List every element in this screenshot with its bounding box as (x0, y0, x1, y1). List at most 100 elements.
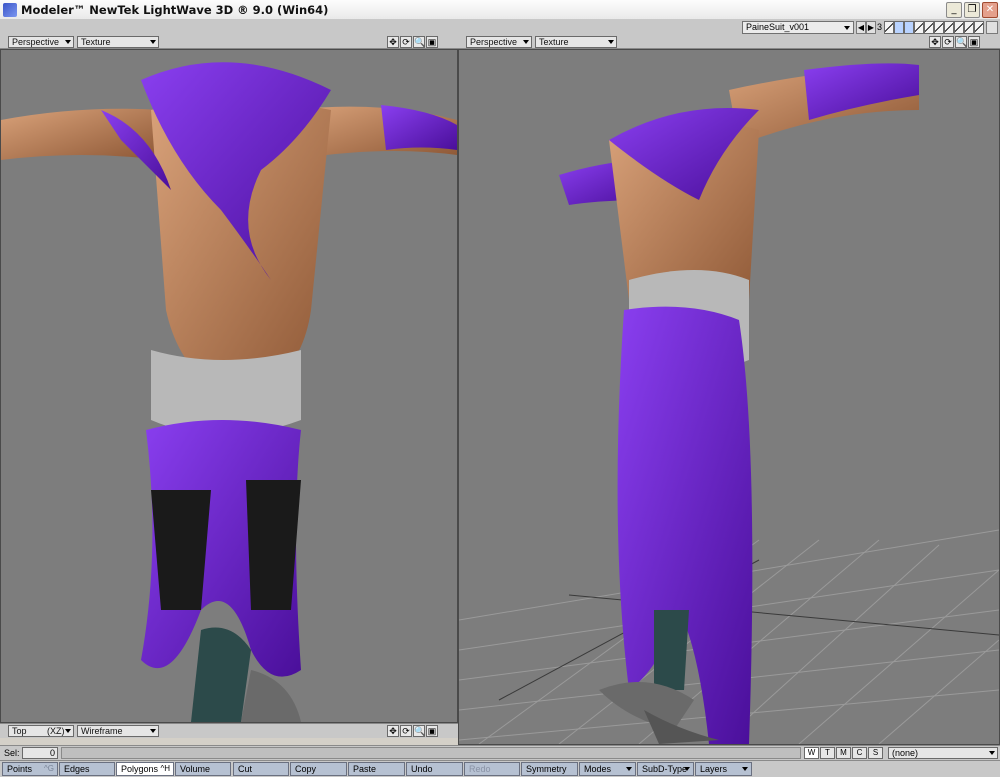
view-type-label: Perspective (12, 37, 60, 47)
viewport-left-header: Perspective Texture ✥ ⟳ 🔍 ▣ (0, 35, 458, 49)
subd-type-menu-button[interactable]: SubD-Type (637, 762, 694, 776)
shortcut-label: ^H (160, 764, 170, 773)
mode-label: Paste (353, 764, 377, 774)
title-bar: Modeler™ NewTek LightWave 3D ® 9.0 (Win6… (0, 0, 1000, 20)
mode-label: Symmetry (526, 764, 567, 774)
window-controls: _ ❐ ✕ (946, 2, 998, 18)
copy-button[interactable]: Copy (290, 762, 347, 776)
polygons-mode-button[interactable]: Polygons ^H (116, 762, 174, 776)
layer-buttons (884, 21, 984, 34)
mode-label: Layers (700, 764, 728, 774)
layers-menu-button[interactable]: Layers (695, 762, 752, 776)
restore-button[interactable]: ❐ (964, 2, 980, 18)
surface-select[interactable]: (none) (888, 747, 998, 759)
toggle-m-button[interactable]: M (836, 747, 851, 759)
symmetry-button[interactable]: Symmetry (521, 762, 578, 776)
mode-label: Undo (411, 764, 433, 774)
cut-button[interactable]: Cut (233, 762, 289, 776)
layer-3-button[interactable] (904, 21, 914, 34)
layer-4-button[interactable] (914, 21, 924, 34)
minimize-button[interactable]: _ (946, 2, 962, 18)
toggle-w-button[interactable]: W (804, 747, 819, 759)
maximize-view-icon[interactable]: ▣ (426, 36, 438, 48)
volume-mode-button[interactable]: Volume (175, 762, 231, 776)
character-model-three-quarter (459, 63, 999, 744)
view-type-label: Top (12, 726, 27, 736)
rotate-view-icon[interactable]: ⟳ (400, 36, 412, 48)
edges-mode-button[interactable]: Edges (59, 762, 115, 776)
app-logo-icon (3, 2, 17, 17)
layer-8-button[interactable] (954, 21, 964, 34)
view-type-select[interactable]: Perspective (8, 36, 74, 48)
view-axis-label: (XZ) (47, 726, 65, 736)
layer-9-button[interactable] (964, 21, 974, 34)
viewport-right[interactable]: Perspective Texture ✥ ⟳ 🔍 ▣ (458, 35, 1000, 745)
viewport-left-canvas[interactable] (1, 50, 457, 722)
top-toolbar: PaineSuit_v001 ◀ ▶ 3 (0, 20, 1000, 35)
layer-2-button[interactable] (894, 21, 904, 34)
mode-label: Points (7, 764, 33, 774)
layer-6-button[interactable] (934, 21, 944, 34)
redo-button[interactable]: Redo (464, 762, 520, 776)
move-view-icon[interactable]: ✥ (387, 725, 399, 737)
layer-dropdown-button[interactable] (986, 21, 998, 34)
points-mode-button[interactable]: Points ^G (2, 762, 58, 776)
mode-label: Edges (64, 764, 90, 774)
layer-5-button[interactable] (924, 21, 934, 34)
layer-1-button[interactable] (884, 21, 894, 34)
surface-label: (none) (892, 748, 919, 758)
character-model-front (1, 62, 457, 722)
shading-select[interactable]: Texture (535, 36, 617, 48)
zoom-icon[interactable]: 🔍 (413, 36, 425, 48)
shading-select[interactable]: Wireframe (77, 725, 159, 737)
next-layer-button[interactable]: ▶ (866, 21, 876, 34)
viewport-controls: ✥ ⟳ 🔍 ▣ (929, 36, 980, 48)
viewport-controls: ✥ ⟳ 🔍 ▣ (387, 36, 438, 48)
mode-row: Points ^G Edges Polygons ^H Volume Cut Cop… (0, 760, 1000, 777)
viewport-bottom-header: Top (XZ) Wireframe ✥ ⟳ 🔍 ▣ (0, 723, 458, 738)
object-name: PaineSuit_v001 (746, 22, 810, 32)
layer-10-button[interactable] (974, 21, 984, 34)
maximize-view-icon[interactable]: ▣ (968, 36, 980, 48)
toggle-t-button[interactable]: T (820, 747, 835, 759)
toggle-c-button[interactable]: C (852, 747, 867, 759)
move-view-icon[interactable]: ✥ (387, 36, 399, 48)
toggle-s-button[interactable]: S (868, 747, 883, 759)
rotate-view-icon[interactable]: ⟳ (942, 36, 954, 48)
shading-label: Texture (539, 37, 569, 47)
mode-label: Polygons (121, 764, 159, 774)
zoom-icon[interactable]: 🔍 (413, 725, 425, 737)
mode-label: SubD-Type (642, 764, 688, 774)
rotate-view-icon[interactable]: ⟳ (400, 725, 412, 737)
modes-menu-button[interactable]: Modes (579, 762, 636, 776)
layer-count: 3 (877, 22, 883, 32)
layer-7-button[interactable] (944, 21, 954, 34)
mode-label: Cut (238, 764, 253, 774)
viewport-left[interactable]: Perspective Texture ✥ ⟳ 🔍 ▣ (0, 35, 458, 723)
selection-label: Sel: (4, 748, 20, 758)
move-view-icon[interactable]: ✥ (929, 36, 941, 48)
undo-button[interactable]: Undo (406, 762, 463, 776)
object-select[interactable]: PaineSuit_v001 (742, 21, 854, 34)
window-title: Modeler™ NewTek LightWave 3D ® 9.0 (Win6… (21, 2, 329, 17)
selection-row: Sel: 0 W T M C S (none) (0, 745, 1000, 760)
viewport-controls: ✥ ⟳ 🔍 ▣ (387, 725, 438, 737)
prev-layer-button[interactable]: ◀ (856, 21, 866, 34)
selection-count: 0 (22, 747, 58, 759)
maximize-view-icon[interactable]: ▣ (426, 725, 438, 737)
shortcut-label: ^G (44, 764, 54, 773)
shading-label: Texture (81, 37, 111, 47)
view-type-label: Perspective (470, 37, 518, 47)
shading-select[interactable]: Texture (77, 36, 159, 48)
mode-label: Modes (584, 764, 612, 774)
paste-button[interactable]: Paste (348, 762, 405, 776)
zoom-icon[interactable]: 🔍 (955, 36, 967, 48)
viewport-right-canvas[interactable] (459, 50, 999, 744)
shading-label: Wireframe (81, 726, 123, 736)
view-type-select[interactable]: Perspective (466, 36, 532, 48)
view-type-select[interactable]: Top (XZ) (8, 725, 74, 737)
layer-nav: ◀ ▶ (856, 21, 876, 34)
close-button[interactable]: ✕ (982, 2, 998, 18)
chevron-down-icon (844, 26, 850, 30)
viewport-right-header: Perspective Texture ✥ ⟳ 🔍 ▣ (458, 35, 1000, 49)
